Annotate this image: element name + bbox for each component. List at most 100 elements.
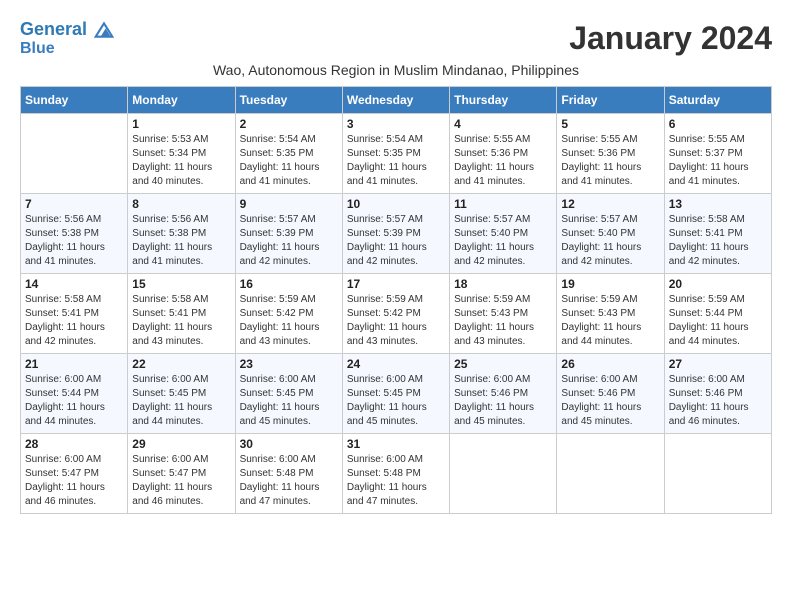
- day-info: Sunrise: 5:55 AMSunset: 5:37 PMDaylight:…: [669, 133, 767, 189]
- day-number: 22: [132, 357, 230, 371]
- day-info: Sunrise: 6:00 AMSunset: 5:44 PMDaylight:…: [25, 373, 123, 429]
- calendar-week-row: 21Sunrise: 6:00 AMSunset: 5:44 PMDayligh…: [21, 353, 772, 433]
- calendar-cell: 2 Sunrise: 5:54 AMSunset: 5:35 PMDaylight…: [235, 113, 342, 193]
- logo-text: General: [20, 20, 114, 40]
- day-number: 9: [240, 197, 338, 211]
- weekday-header: Monday: [128, 86, 235, 113]
- day-info: Sunrise: 5:59 AMSunset: 5:43 PMDaylight:…: [454, 293, 552, 349]
- day-number: 6: [669, 117, 767, 131]
- calendar-cell: 9 Sunrise: 5:57 AMSunset: 5:39 PMDaylight…: [235, 193, 342, 273]
- day-number: 3: [347, 117, 445, 131]
- calendar-cell: 26 Sunrise: 6:00 AMSunset: 5:46 PMDayligh…: [557, 353, 664, 433]
- calendar-cell: 13 Sunrise: 5:58 AMSunset: 5:41 PMDayligh…: [664, 193, 771, 273]
- day-info: Sunrise: 5:58 AMSunset: 5:41 PMDaylight:…: [669, 213, 767, 269]
- day-number: 13: [669, 197, 767, 211]
- day-info: Sunrise: 5:59 AMSunset: 5:44 PMDaylight:…: [669, 293, 767, 349]
- day-info: Sunrise: 6:00 AMSunset: 5:48 PMDaylight:…: [347, 453, 445, 509]
- logo-subtext: Blue: [20, 40, 114, 58]
- day-number: 23: [240, 357, 338, 371]
- calendar-cell: 31 Sunrise: 6:00 AMSunset: 5:48 PMDayligh…: [342, 433, 449, 513]
- calendar-cell: 18 Sunrise: 5:59 AMSunset: 5:43 PMDayligh…: [450, 273, 557, 353]
- calendar-cell: 6 Sunrise: 5:55 AMSunset: 5:37 PMDaylight…: [664, 113, 771, 193]
- calendar-cell: 23 Sunrise: 6:00 AMSunset: 5:45 PMDayligh…: [235, 353, 342, 433]
- day-number: 25: [454, 357, 552, 371]
- day-info: Sunrise: 5:57 AMSunset: 5:39 PMDaylight:…: [240, 213, 338, 269]
- day-number: 19: [561, 277, 659, 291]
- day-number: 17: [347, 277, 445, 291]
- weekday-header: Saturday: [664, 86, 771, 113]
- calendar-cell: 17 Sunrise: 5:59 AMSunset: 5:42 PMDayligh…: [342, 273, 449, 353]
- day-number: 18: [454, 277, 552, 291]
- calendar-cell: 10 Sunrise: 5:57 AMSunset: 5:39 PMDayligh…: [342, 193, 449, 273]
- day-number: 30: [240, 437, 338, 451]
- day-info: Sunrise: 5:53 AMSunset: 5:34 PMDaylight:…: [132, 133, 230, 189]
- calendar-cell: 1 Sunrise: 5:53 AMSunset: 5:34 PMDaylight…: [128, 113, 235, 193]
- calendar-cell: 4 Sunrise: 5:55 AMSunset: 5:36 PMDaylight…: [450, 113, 557, 193]
- calendar-cell: 14Sunrise: 5:58 AMSunset: 5:41 PMDayligh…: [21, 273, 128, 353]
- day-info: Sunrise: 6:00 AMSunset: 5:47 PMDaylight:…: [132, 453, 230, 509]
- calendar-cell: 5Sunrise: 5:55 AMSunset: 5:36 PMDaylight…: [557, 113, 664, 193]
- calendar-cell: 24 Sunrise: 6:00 AMSunset: 5:45 PMDayligh…: [342, 353, 449, 433]
- day-number: 24: [347, 357, 445, 371]
- calendar-cell: 7 Sunrise: 5:56 AMSunset: 5:38 PMDaylight…: [21, 193, 128, 273]
- day-number: 2: [240, 117, 338, 131]
- day-info: Sunrise: 5:59 AMSunset: 5:42 PMDaylight:…: [240, 293, 338, 349]
- calendar-cell: 28 Sunrise: 6:00 AMSunset: 5:47 PMDayligh…: [21, 433, 128, 513]
- logo: General Blue: [20, 20, 114, 58]
- weekday-header: Sunday: [21, 86, 128, 113]
- day-info: Sunrise: 6:00 AMSunset: 5:46 PMDaylight:…: [561, 373, 659, 429]
- page-header: General Blue January 2024: [20, 20, 772, 58]
- calendar-cell: [450, 433, 557, 513]
- weekday-header: Wednesday: [342, 86, 449, 113]
- day-number: 15: [132, 277, 230, 291]
- day-number: 26: [561, 357, 659, 371]
- day-info: Sunrise: 6:00 AMSunset: 5:45 PMDaylight:…: [240, 373, 338, 429]
- day-info: Sunrise: 5:58 AMSunset: 5:41 PMDaylight:…: [25, 293, 123, 349]
- day-number: 1: [132, 117, 230, 131]
- day-info: Sunrise: 6:00 AMSunset: 5:47 PMDaylight:…: [25, 453, 123, 509]
- calendar-week-row: 1 Sunrise: 5:53 AMSunset: 5:34 PMDaylight…: [21, 113, 772, 193]
- day-number: 31: [347, 437, 445, 451]
- calendar-cell: 16 Sunrise: 5:59 AMSunset: 5:42 PMDayligh…: [235, 273, 342, 353]
- calendar-week-row: 7 Sunrise: 5:56 AMSunset: 5:38 PMDaylight…: [21, 193, 772, 273]
- calendar-week-row: 14Sunrise: 5:58 AMSunset: 5:41 PMDayligh…: [21, 273, 772, 353]
- calendar-cell: 3 Sunrise: 5:54 AMSunset: 5:35 PMDaylight…: [342, 113, 449, 193]
- weekday-header: Thursday: [450, 86, 557, 113]
- calendar-cell: 12 Sunrise: 5:57 AMSunset: 5:40 PMDayligh…: [557, 193, 664, 273]
- calendar-cell: 11Sunrise: 5:57 AMSunset: 5:40 PMDayligh…: [450, 193, 557, 273]
- day-number: 7: [25, 197, 123, 211]
- calendar-cell: 22Sunrise: 6:00 AMSunset: 5:45 PMDayligh…: [128, 353, 235, 433]
- day-number: 16: [240, 277, 338, 291]
- day-info: Sunrise: 5:57 AMSunset: 5:39 PMDaylight:…: [347, 213, 445, 269]
- calendar-cell: 8 Sunrise: 5:56 AMSunset: 5:38 PMDaylight…: [128, 193, 235, 273]
- day-info: Sunrise: 6:00 AMSunset: 5:45 PMDaylight:…: [347, 373, 445, 429]
- day-info: Sunrise: 5:55 AMSunset: 5:36 PMDaylight:…: [454, 133, 552, 189]
- day-number: 8: [132, 197, 230, 211]
- calendar-cell: 15Sunrise: 5:58 AMSunset: 5:41 PMDayligh…: [128, 273, 235, 353]
- calendar-cell: 25Sunrise: 6:00 AMSunset: 5:46 PMDayligh…: [450, 353, 557, 433]
- day-number: 11: [454, 197, 552, 211]
- day-info: Sunrise: 5:56 AMSunset: 5:38 PMDaylight:…: [25, 213, 123, 269]
- weekday-header-row: SundayMondayTuesdayWednesdayThursdayFrid…: [21, 86, 772, 113]
- calendar-week-row: 28 Sunrise: 6:00 AMSunset: 5:47 PMDayligh…: [21, 433, 772, 513]
- day-number: 10: [347, 197, 445, 211]
- day-number: 27: [669, 357, 767, 371]
- calendar-table: SundayMondayTuesdayWednesdayThursdayFrid…: [20, 86, 772, 514]
- day-number: 5: [561, 117, 659, 131]
- day-info: Sunrise: 5:54 AMSunset: 5:35 PMDaylight:…: [240, 133, 338, 189]
- calendar-cell: 21Sunrise: 6:00 AMSunset: 5:44 PMDayligh…: [21, 353, 128, 433]
- day-number: 4: [454, 117, 552, 131]
- calendar-cell: [664, 433, 771, 513]
- day-info: Sunrise: 6:00 AMSunset: 5:48 PMDaylight:…: [240, 453, 338, 509]
- day-info: Sunrise: 5:57 AMSunset: 5:40 PMDaylight:…: [561, 213, 659, 269]
- calendar-cell: 20Sunrise: 5:59 AMSunset: 5:44 PMDayligh…: [664, 273, 771, 353]
- day-info: Sunrise: 5:56 AMSunset: 5:38 PMDaylight:…: [132, 213, 230, 269]
- day-info: Sunrise: 5:59 AMSunset: 5:43 PMDaylight:…: [561, 293, 659, 349]
- day-info: Sunrise: 5:54 AMSunset: 5:35 PMDaylight:…: [347, 133, 445, 189]
- day-number: 12: [561, 197, 659, 211]
- day-info: Sunrise: 5:59 AMSunset: 5:42 PMDaylight:…: [347, 293, 445, 349]
- calendar-cell: 19 Sunrise: 5:59 AMSunset: 5:43 PMDayligh…: [557, 273, 664, 353]
- day-number: 29: [132, 437, 230, 451]
- calendar-subtitle: Wao, Autonomous Region in Muslim Mindana…: [20, 62, 772, 78]
- day-number: 28: [25, 437, 123, 451]
